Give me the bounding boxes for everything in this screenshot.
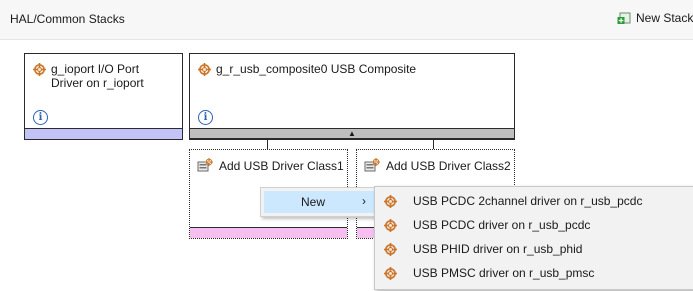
context-menu-new-label: New xyxy=(301,195,326,209)
usb-composite-card-title: g_r_usb_composite0 USB Composite xyxy=(198,62,416,76)
new-submenu: USB PCDC 2channel driver on r_usb_pcdc U… xyxy=(374,186,693,290)
submenu-item[interactable]: USB PCDC 2channel driver on r_usb_pcdc xyxy=(377,189,691,212)
ioport-card-strip xyxy=(25,128,182,139)
usb-composite-title: g_r_usb_composite0 USB Composite xyxy=(216,62,417,76)
page-title: HAL/Common Stacks xyxy=(10,12,125,26)
module-gear-icon xyxy=(33,63,46,76)
new-stack-label: New Stack xyxy=(636,11,693,25)
collapse-arrow-icon: ▲ xyxy=(348,129,356,138)
new-stack-icon xyxy=(617,11,631,25)
ioport-title-line2: Driver on r_ioport xyxy=(51,76,144,90)
ioport-title-line1: g_ioport I/O Port xyxy=(51,62,140,76)
module-gear-icon xyxy=(384,194,397,208)
module-gear-icon xyxy=(384,242,397,256)
add-module-icon xyxy=(197,158,213,172)
submenu-item-label: USB PCDC 2channel driver on r_usb_pcdc xyxy=(413,193,643,208)
connector-line xyxy=(189,138,514,139)
ioport-stack-card[interactable]: g_ioport I/O Port Driver on r_ioport i xyxy=(24,53,183,140)
connector-line xyxy=(267,138,268,149)
stacks-header: HAL/Common Stacks New Stack xyxy=(0,0,693,40)
ioport-card-title: g_ioport I/O Port Driver on r_ioport xyxy=(33,62,144,90)
usb-driver-class-2-label: Add USB Driver Class2 xyxy=(386,158,511,173)
context-menu: New › xyxy=(260,187,379,217)
submenu-item[interactable]: USB PHID driver on r_usb_phid xyxy=(377,237,691,260)
new-stack-button[interactable]: New Stack xyxy=(617,11,693,25)
usb-driver-class-1-label: Add USB Driver Class1 xyxy=(219,158,344,173)
submenu-item-label: USB PMSC driver on r_usb_pmsc xyxy=(413,265,595,280)
module-gear-icon xyxy=(384,218,397,232)
add-module-icon xyxy=(364,158,380,172)
info-icon[interactable]: i xyxy=(33,110,48,125)
module-gear-icon xyxy=(198,63,211,76)
connector-line xyxy=(433,138,434,149)
usb-composite-stack-card[interactable]: g_r_usb_composite0 USB Composite i ▲ xyxy=(189,53,515,140)
submenu-item[interactable]: USB PMSC driver on r_usb_pmsc xyxy=(377,261,691,284)
module-gear-icon xyxy=(384,266,397,280)
submenu-item[interactable]: USB PCDC driver on r_usb_pcdc xyxy=(377,213,691,236)
usb-driver-class-1-strip xyxy=(190,227,347,238)
context-menu-new-item[interactable]: New › xyxy=(264,191,375,213)
submenu-arrow-icon: › xyxy=(362,194,366,208)
submenu-item-label: USB PHID driver on r_usb_phid xyxy=(413,241,583,256)
usb-driver-class-2-title: Add USB Driver Class2 xyxy=(364,158,511,173)
usb-driver-class-1-title: Add USB Driver Class1 xyxy=(197,158,344,173)
info-icon[interactable]: i xyxy=(198,110,213,125)
submenu-item-label: USB PCDC driver on r_usb_pcdc xyxy=(413,217,591,232)
